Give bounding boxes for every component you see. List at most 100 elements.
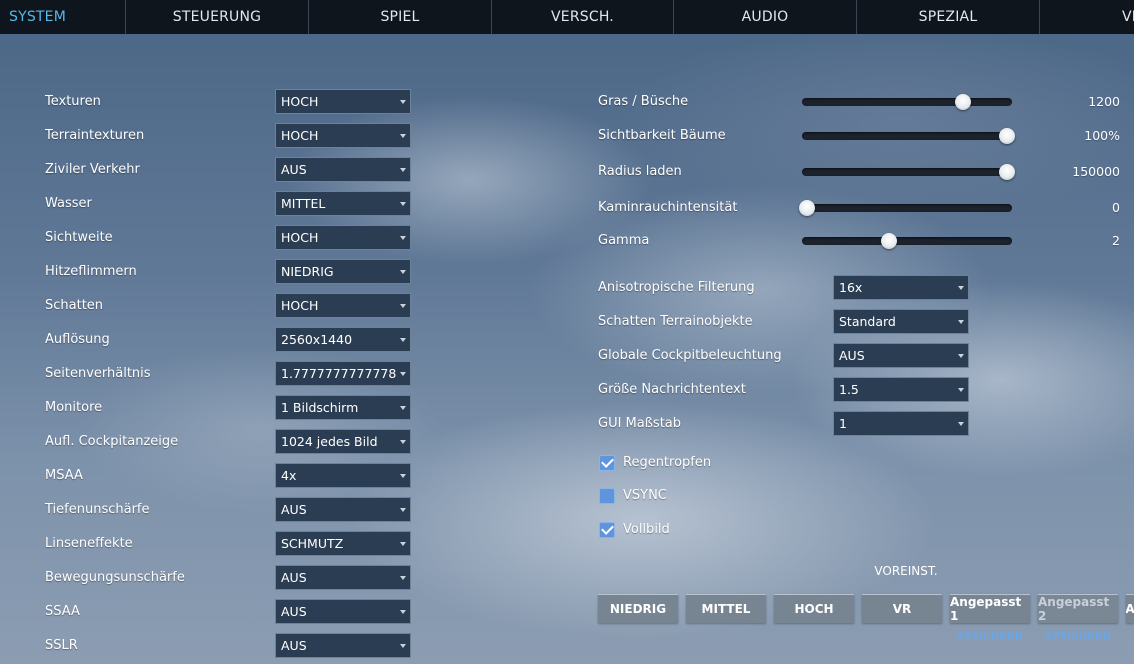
chevron-down-icon	[400, 338, 406, 342]
msaa-dropdown[interactable]: 4x	[275, 463, 411, 488]
linseneffekte-label: Linseneffekte	[45, 536, 133, 551]
presets-title: VOREINST.	[874, 564, 938, 578]
vsync-checkbox[interactable]	[599, 488, 615, 504]
chevron-down-icon	[400, 168, 406, 172]
chevron-down-icon	[400, 406, 406, 410]
chevron-down-icon	[400, 440, 406, 444]
texturen-dropdown[interactable]: HOCH	[275, 89, 411, 114]
chevron-down-icon	[400, 542, 406, 546]
schatten-terrainobjekte-value: Standard	[839, 314, 896, 329]
preset-angepasst-1-button[interactable]: Angepasst 1	[950, 594, 1030, 623]
schatten-label: Schatten	[45, 298, 104, 313]
slider-track	[802, 98, 1012, 106]
chevron-down-icon	[400, 372, 406, 376]
anisotropische-filterung-dropdown[interactable]: 16x	[833, 275, 969, 300]
vollbild-label: Vollbild	[623, 522, 670, 537]
radius-laden-value: 150000	[1072, 164, 1120, 179]
chevron-down-icon	[400, 202, 406, 206]
gras-büsche-slider[interactable]	[802, 93, 1012, 111]
slider-thumb[interactable]	[999, 164, 1015, 180]
gamma-slider[interactable]	[802, 232, 1012, 250]
preset-angepasst-2-button[interactable]: Angepasst 2	[1038, 594, 1118, 623]
größe-nachrichtentext-dropdown[interactable]: 1.5	[833, 377, 969, 402]
sslr-dropdown[interactable]: AUS	[275, 633, 411, 658]
wasser-dropdown[interactable]: MITTEL	[275, 191, 411, 216]
ziviler-verkehr-dropdown[interactable]: AUS	[275, 157, 411, 182]
tab-steuerung[interactable]: STEUERUNG	[126, 0, 309, 34]
terraintexturen-dropdown[interactable]: HOCH	[275, 123, 411, 148]
tiefenunschärfe-label: Tiefenunschärfe	[45, 502, 150, 517]
gamma-value: 2	[1112, 233, 1120, 248]
chevron-down-icon	[400, 508, 406, 512]
gui-maßstab-dropdown[interactable]: 1	[833, 411, 969, 436]
schatten-value: HOCH	[281, 298, 319, 313]
chevron-down-icon	[400, 134, 406, 138]
slider-thumb[interactable]	[955, 94, 971, 110]
globale-cockpitbeleuchtung-value: AUS	[839, 348, 865, 363]
hitzeflimmern-dropdown[interactable]: NIEDRIG	[275, 259, 411, 284]
tab-spezial[interactable]: SPEZIAL	[857, 0, 1040, 34]
wasser-value: MITTEL	[281, 196, 326, 211]
save-custom-2-link[interactable]: SPEICHERN	[1038, 631, 1118, 642]
aufl-cockpitanzeige-dropdown[interactable]: 1024 jedes Bild	[275, 429, 411, 454]
seitenverhältnis-label: Seitenverhältnis	[45, 366, 151, 381]
gras-büsche-label: Gras / Büsche	[598, 94, 689, 109]
sichtbarkeit-bäume-label: Sichtbarkeit Bäume	[598, 128, 726, 143]
slider-thumb[interactable]	[881, 233, 897, 249]
auflösung-dropdown[interactable]: 2560x1440	[275, 327, 411, 352]
schatten-terrainobjekte-dropdown[interactable]: Standard	[833, 309, 969, 334]
tab-versch[interactable]: VERSCH.	[492, 0, 674, 34]
gras-büsche-value: 1200	[1088, 94, 1120, 109]
terraintexturen-value: HOCH	[281, 128, 319, 143]
bewegungsunschärfe-dropdown[interactable]: AUS	[275, 565, 411, 590]
globale-cockpitbeleuchtung-dropdown[interactable]: AUS	[833, 343, 969, 368]
radius-laden-slider[interactable]	[802, 163, 1015, 181]
texturen-value: HOCH	[281, 94, 319, 109]
preset-a-button[interactable]: A	[1126, 594, 1134, 623]
monitore-label: Monitore	[45, 400, 103, 415]
slider-track	[802, 132, 1012, 140]
ssaa-dropdown[interactable]: AUS	[275, 599, 411, 624]
chevron-down-icon	[400, 100, 406, 104]
preset-mittel-button[interactable]: MITTEL	[686, 594, 766, 623]
sichtweite-value: HOCH	[281, 230, 319, 245]
preset-hoch-button[interactable]: HOCH	[774, 594, 854, 623]
slider-track	[802, 168, 1012, 176]
checkmark-icon	[601, 522, 614, 535]
tab-system[interactable]: SYSTEM	[0, 0, 126, 34]
größe-nachrichtentext-label: Größe Nachrichtentext	[598, 382, 746, 397]
schatten-dropdown[interactable]: HOCH	[275, 293, 411, 318]
tab-vr[interactable]: VR	[1040, 0, 1134, 34]
monitore-dropdown[interactable]: 1 Bildschirm	[275, 395, 411, 420]
größe-nachrichtentext-value: 1.5	[839, 382, 859, 397]
ssaa-value: AUS	[281, 604, 307, 619]
seitenverhältnis-dropdown[interactable]: 1.7777777777778	[275, 361, 411, 386]
sichtbarkeit-bäume-value: 100%	[1084, 128, 1120, 143]
tiefenunschärfe-dropdown[interactable]: AUS	[275, 497, 411, 522]
slider-thumb[interactable]	[799, 200, 815, 216]
preset-niedrig-button[interactable]: NIEDRIG	[598, 594, 678, 623]
globale-cockpitbeleuchtung-label: Globale Cockpitbeleuchtung	[598, 348, 782, 363]
bewegungsunschärfe-value: AUS	[281, 570, 307, 585]
sichtbarkeit-bäume-slider[interactable]	[802, 127, 1015, 145]
vollbild-checkbox[interactable]	[599, 522, 615, 538]
chevron-down-icon	[400, 610, 406, 614]
tab-audio[interactable]: AUDIO	[674, 0, 857, 34]
wasser-label: Wasser	[45, 196, 92, 211]
auflösung-label: Auflösung	[45, 332, 110, 347]
kaminrauchintensität-label: Kaminrauchintensität	[598, 200, 738, 215]
linseneffekte-value: SCHMUTZ	[281, 536, 344, 551]
sichtweite-dropdown[interactable]: HOCH	[275, 225, 411, 250]
regentropfen-checkbox[interactable]	[599, 455, 615, 471]
ziviler-verkehr-label: Ziviler Verkehr	[45, 162, 140, 177]
preset-vr-button[interactable]: VR	[862, 594, 942, 623]
kaminrauchintensität-slider[interactable]	[799, 199, 1012, 217]
hitzeflimmern-value: NIEDRIG	[281, 264, 334, 279]
linseneffekte-dropdown[interactable]: SCHMUTZ	[275, 531, 411, 556]
chevron-down-icon	[400, 474, 406, 478]
hitzeflimmern-label: Hitzeflimmern	[45, 264, 137, 279]
slider-thumb[interactable]	[999, 128, 1015, 144]
save-custom-1-link[interactable]: SPEICHERN	[950, 631, 1030, 642]
chevron-down-icon	[400, 304, 406, 308]
tab-spiel[interactable]: SPIEL	[309, 0, 492, 34]
